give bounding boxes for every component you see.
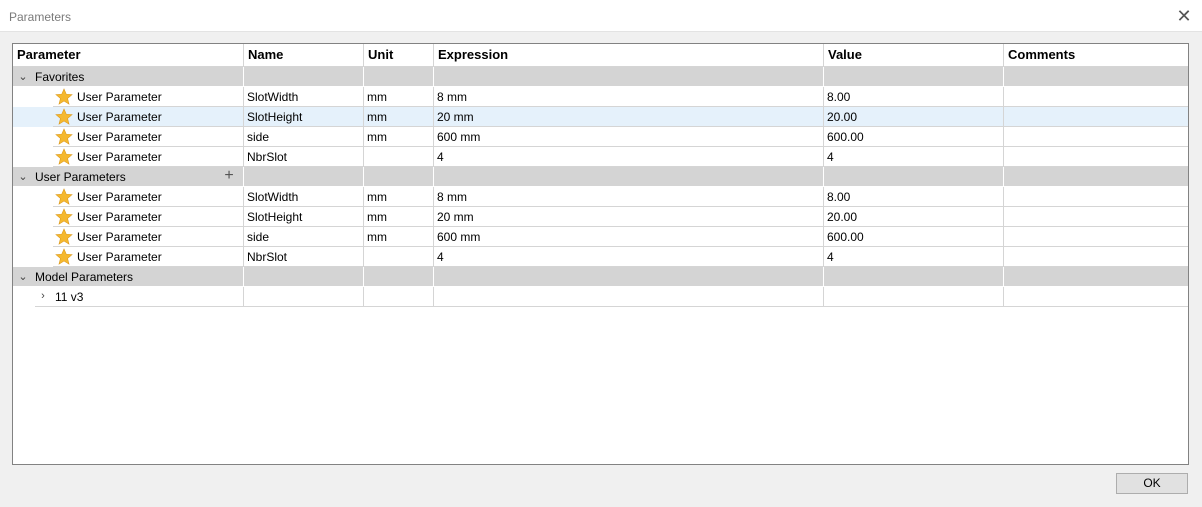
expression-cell[interactable]: 4 xyxy=(434,147,824,167)
column-header-unit[interactable]: Unit xyxy=(364,44,434,66)
name-cell[interactable]: SlotWidth xyxy=(244,87,364,107)
name-cell[interactable]: SlotHeight xyxy=(244,107,364,127)
value-cell: 8.00 xyxy=(824,187,1004,207)
star-icon[interactable] xyxy=(55,88,73,106)
unit-cell[interactable]: mm xyxy=(364,227,434,247)
comments-cell[interactable] xyxy=(1004,227,1188,247)
comments-cell[interactable] xyxy=(1004,207,1188,227)
value-cell: 4 xyxy=(824,247,1004,267)
column-header-comments[interactable]: Comments xyxy=(1004,44,1188,66)
name-cell[interactable]: SlotHeight xyxy=(244,207,364,227)
group-label: User Parameters xyxy=(35,170,126,184)
expression-cell[interactable]: 4 xyxy=(434,247,824,267)
table-row[interactable]: User Parameter NbrSlot 4 4 xyxy=(13,147,1188,167)
group-label: Model Parameters xyxy=(35,270,134,284)
value-cell: 600.00 xyxy=(824,127,1004,147)
table-row[interactable]: User Parameter side mm 600 mm 600.00 xyxy=(13,127,1188,147)
expression-cell[interactable]: 8 mm xyxy=(434,87,824,107)
table-row-selected[interactable]: User Parameter SlotHeight mm 20 mm 20.00 xyxy=(13,107,1188,127)
grid-header: Parameter Name Unit Expression Value Com… xyxy=(13,44,1188,67)
comments-cell[interactable] xyxy=(1004,247,1188,267)
star-icon[interactable] xyxy=(55,248,73,266)
comments-cell[interactable] xyxy=(1004,127,1188,147)
unit-cell[interactable] xyxy=(364,147,434,167)
chevron-down-icon[interactable]: ⌄ xyxy=(17,271,29,283)
unit-cell[interactable]: mm xyxy=(364,127,434,147)
star-icon[interactable] xyxy=(55,108,73,126)
name-cell[interactable]: NbrSlot xyxy=(244,247,364,267)
value-cell: 20.00 xyxy=(824,107,1004,127)
chevron-right-icon[interactable]: › xyxy=(37,290,49,302)
group-row-favorites[interactable]: ⌄ Favorites xyxy=(13,67,1188,87)
chevron-down-icon[interactable]: ⌄ xyxy=(17,171,29,183)
unit-cell[interactable]: mm xyxy=(364,107,434,127)
column-header-parameter[interactable]: Parameter xyxy=(13,44,244,66)
value-cell: 600.00 xyxy=(824,227,1004,247)
group-row-model-parameters[interactable]: ⌄ Model Parameters xyxy=(13,267,1188,287)
parameter-type: User Parameter xyxy=(77,130,162,144)
parameters-grid[interactable]: Parameter Name Unit Expression Value Com… xyxy=(12,43,1189,465)
chevron-down-icon[interactable]: ⌄ xyxy=(17,71,29,83)
comments-cell[interactable] xyxy=(1004,187,1188,207)
expression-cell[interactable]: 600 mm xyxy=(434,227,824,247)
unit-cell[interactable]: mm xyxy=(364,187,434,207)
model-label: 11 v3 xyxy=(55,290,84,304)
tree-row-model[interactable]: › 11 v3 xyxy=(13,287,1188,307)
star-icon[interactable] xyxy=(55,208,73,226)
group-row-user-parameters[interactable]: ⌄ User Parameters + xyxy=(13,167,1188,187)
table-row[interactable]: User Parameter SlotWidth mm 8 mm 8.00 xyxy=(13,187,1188,207)
parameter-type: User Parameter xyxy=(77,150,162,164)
star-icon[interactable] xyxy=(55,188,73,206)
column-header-expression[interactable]: Expression xyxy=(434,44,824,66)
column-header-name[interactable]: Name xyxy=(244,44,364,66)
ok-button[interactable]: OK xyxy=(1116,473,1188,494)
unit-cell[interactable]: mm xyxy=(364,207,434,227)
parameter-type: User Parameter xyxy=(77,250,162,264)
star-icon[interactable] xyxy=(55,128,73,146)
expression-cell[interactable]: 20 mm xyxy=(434,207,824,227)
value-cell: 4 xyxy=(824,147,1004,167)
close-icon[interactable]: ✕ xyxy=(1174,6,1194,26)
comments-cell[interactable] xyxy=(1004,87,1188,107)
expression-cell[interactable]: 20 mm xyxy=(434,107,824,127)
plus-icon[interactable]: + xyxy=(223,167,235,186)
star-icon[interactable] xyxy=(55,228,73,246)
name-cell[interactable]: side xyxy=(244,227,364,247)
window-title: Parameters xyxy=(9,10,72,24)
value-cell: 8.00 xyxy=(824,87,1004,107)
group-label: Favorites xyxy=(35,70,85,84)
parameter-type: User Parameter xyxy=(77,190,162,204)
star-icon[interactable] xyxy=(55,148,73,166)
unit-cell[interactable] xyxy=(364,247,434,267)
name-cell[interactable]: NbrSlot xyxy=(244,147,364,167)
parameter-type: User Parameter xyxy=(77,110,162,124)
table-row[interactable]: User Parameter NbrSlot 4 4 xyxy=(13,247,1188,267)
table-row[interactable]: User Parameter SlotHeight mm 20 mm 20.00 xyxy=(13,207,1188,227)
name-cell[interactable]: side xyxy=(244,127,364,147)
parameter-type: User Parameter xyxy=(77,90,162,104)
title-bar: Parameters ✕ xyxy=(0,0,1202,32)
table-row[interactable]: User Parameter SlotWidth mm 8 mm 8.00 xyxy=(13,87,1188,107)
name-cell[interactable]: SlotWidth xyxy=(244,187,364,207)
table-row[interactable]: User Parameter side mm 600 mm 600.00 xyxy=(13,227,1188,247)
expression-cell[interactable]: 8 mm xyxy=(434,187,824,207)
column-header-value[interactable]: Value xyxy=(824,44,1004,66)
expression-cell[interactable]: 600 mm xyxy=(434,127,824,147)
comments-cell[interactable] xyxy=(1004,107,1188,127)
parameter-type: User Parameter xyxy=(77,210,162,224)
comments-cell[interactable] xyxy=(1004,147,1188,167)
value-cell: 20.00 xyxy=(824,207,1004,227)
unit-cell[interactable]: mm xyxy=(364,87,434,107)
parameter-type: User Parameter xyxy=(77,230,162,244)
